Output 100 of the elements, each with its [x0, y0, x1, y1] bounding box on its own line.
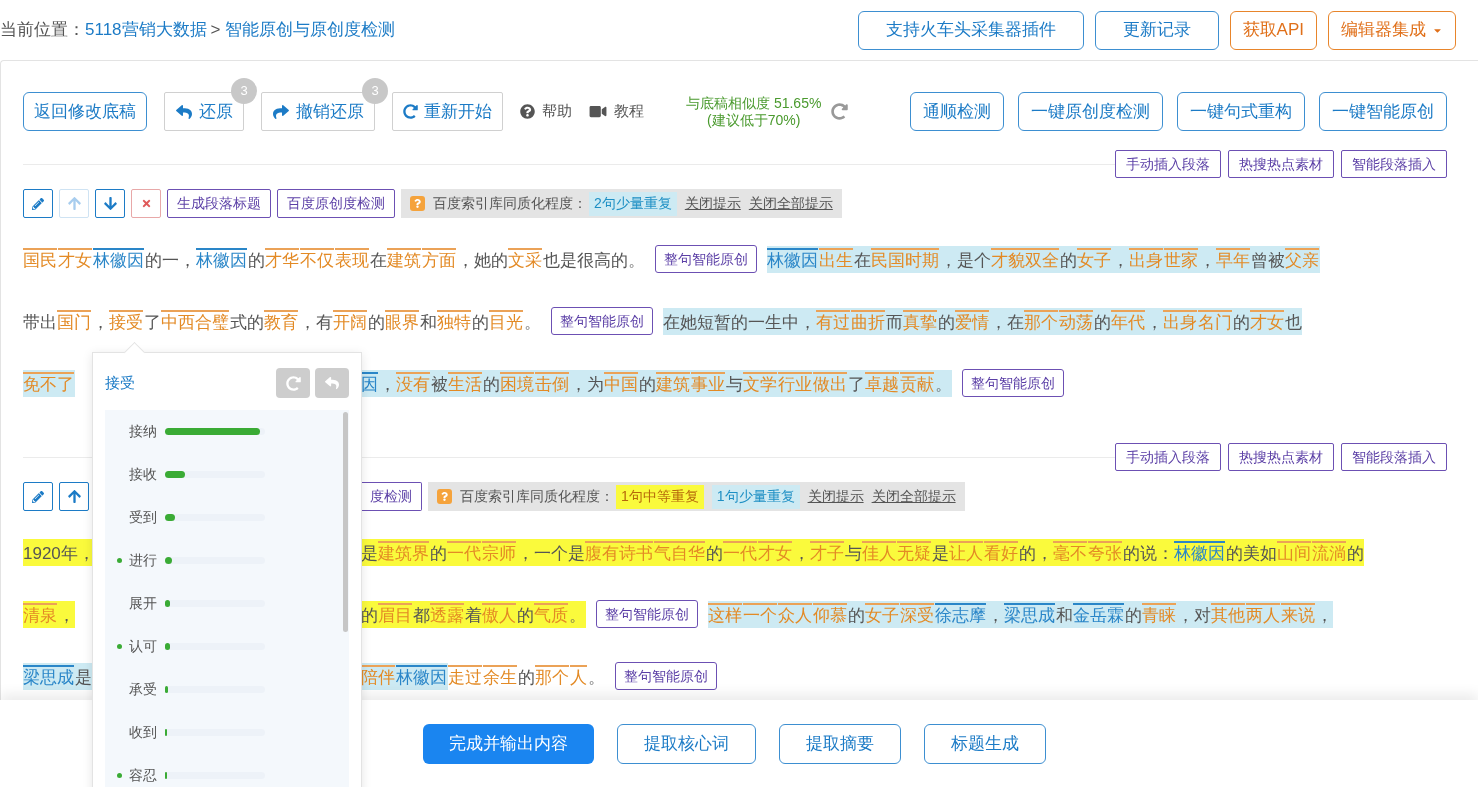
synonym-word[interactable]: 夸张	[1088, 540, 1122, 564]
paragraph-action-button[interactable]: 度检测	[361, 482, 422, 511]
synonym-word[interactable]: 那个	[1024, 309, 1058, 333]
rewrite-sentence-button[interactable]: 整句智能原创	[551, 307, 653, 335]
synonym-word[interactable]: 生活	[448, 371, 482, 395]
synonym-word[interactable]: 两人	[1246, 602, 1280, 626]
synonym-word[interactable]: 方面	[422, 247, 456, 271]
synonym-word[interactable]: 国民	[23, 247, 57, 271]
undo-button[interactable]	[315, 368, 349, 398]
synonym-option[interactable]: 认可	[105, 625, 349, 668]
synonym-word[interactable]: 毫不	[1053, 540, 1087, 564]
breadcrumb-link[interactable]: 智能原创与原创度检测	[224, 17, 395, 43]
scrollbar[interactable]	[343, 412, 348, 632]
name-word[interactable]: 林徽因	[396, 664, 447, 688]
name-word[interactable]: 林徽因	[1174, 540, 1225, 564]
name-word[interactable]: 梁思成	[1004, 602, 1055, 626]
synonym-word[interactable]: 气质	[534, 602, 568, 626]
insert-button[interactable]: 热搜热点素材	[1228, 150, 1334, 178]
refresh-icon[interactable]	[831, 103, 849, 120]
synonym-word[interactable]: 余生	[483, 664, 517, 688]
synonym-word[interactable]: 眉目	[378, 602, 412, 626]
synonym-word[interactable]: 宗师	[482, 540, 516, 564]
synonym-word[interactable]: 眼界	[385, 309, 419, 333]
paragraph-action-button[interactable]: 百度原创度检测	[277, 189, 395, 218]
synonym-word[interactable]: 表现	[335, 247, 369, 271]
synonym-word[interactable]: 出身	[1129, 247, 1163, 271]
synonym-word[interactable]: 才华	[265, 247, 299, 271]
synonym-word[interactable]: 卓越	[865, 371, 899, 395]
header-button[interactable]: 更新记录	[1094, 10, 1219, 50]
synonym-word[interactable]: 真挚	[903, 309, 937, 333]
synonym-word[interactable]: 文采	[508, 247, 542, 271]
synonym-word[interactable]: 早年	[1216, 247, 1250, 271]
synonym-word[interactable]: 流淌	[1312, 540, 1346, 564]
delete-button[interactable]	[131, 189, 161, 218]
insert-button[interactable]: 手动插入段落	[1115, 150, 1221, 178]
synonym-word[interactable]: 青睐	[1142, 602, 1176, 626]
insert-button[interactable]: 智能段落插入	[1341, 443, 1447, 471]
synonym-option[interactable]: 展开	[105, 582, 349, 625]
synonym-word[interactable]: 一个	[743, 602, 777, 626]
synonym-word[interactable]: 中国	[604, 371, 638, 395]
rewrite-sentence-button[interactable]: 整句智能原创	[655, 245, 757, 273]
name-word[interactable]: 梁思成	[23, 664, 74, 688]
synonym-word[interactable]: 出身	[1163, 309, 1197, 333]
synonym-word[interactable]: 仰慕	[813, 602, 847, 626]
header-button[interactable]: 获取API	[1229, 10, 1317, 50]
synonym-word[interactable]: 教育	[264, 309, 298, 333]
back-button[interactable]: 返回修改底稿	[23, 92, 147, 131]
action-button[interactable]: 一键句式重构	[1177, 92, 1305, 131]
synonym-option[interactable]: 容忍	[105, 754, 349, 787]
synonym-word[interactable]: 才女	[1250, 309, 1284, 333]
synonym-word[interactable]: 文学	[743, 371, 777, 395]
synonym-word[interactable]: 事业	[691, 371, 725, 395]
name-word[interactable]: 林徽因	[93, 247, 144, 271]
synonym-word[interactable]: 国门	[57, 309, 91, 333]
help-link[interactable]: 帮助	[520, 100, 572, 123]
synonym-option[interactable]: 接纳	[105, 410, 349, 453]
synonym-word[interactable]: 世家	[1164, 247, 1198, 271]
restart-button[interactable]: 重新开始	[392, 92, 503, 131]
footer-button[interactable]: 提取摘要	[778, 723, 901, 764]
synonym-word[interactable]: 动荡	[1059, 309, 1093, 333]
synonym-word[interactable]: 没有	[396, 371, 430, 395]
footer-button[interactable]: 提取核心词	[616, 723, 756, 764]
edit-button[interactable]	[23, 482, 53, 511]
synonym-word[interactable]: 让人	[949, 540, 983, 564]
synonym-word[interactable]: 走过	[448, 664, 482, 688]
synonym-word[interactable]: 开阔	[333, 309, 367, 333]
move-up-button[interactable]	[59, 482, 89, 511]
synonym-word[interactable]: 建筑	[656, 371, 690, 395]
synonym-word[interactable]: 中西合璧	[161, 309, 229, 333]
rewrite-sentence-button[interactable]: 整句智能原创	[962, 369, 1064, 397]
synonym-word[interactable]: 出生	[819, 247, 853, 271]
rewrite-sentence-button[interactable]: 整句智能原创	[596, 600, 698, 628]
synonym-word[interactable]: 佳人	[862, 540, 896, 564]
synonym-word[interactable]: 不仅	[300, 247, 334, 271]
synonym-word[interactable]: 其他	[1211, 602, 1245, 626]
breadcrumb-link[interactable]: 5118营销大数据	[85, 17, 207, 43]
synonym-word[interactable]: 无疑	[897, 540, 931, 564]
synonym-word[interactable]: 才子	[810, 540, 844, 564]
synonym-word[interactable]: 做出	[813, 371, 847, 395]
synonym-word[interactable]: 曲折	[851, 309, 885, 333]
synonym-word[interactable]: 建筑界	[378, 540, 429, 564]
header-button[interactable]: 编辑器集成	[1328, 10, 1456, 50]
tutorial-link[interactable]: 教程	[589, 100, 644, 123]
synonym-word[interactable]: 清泉	[23, 602, 57, 626]
synonym-word[interactable]: 人	[570, 664, 587, 688]
synonym-word[interactable]: 众人	[778, 602, 812, 626]
synonym-word[interactable]: 独特	[437, 309, 471, 333]
synonym-word[interactable]: 行业	[778, 371, 812, 395]
refresh-button[interactable]	[276, 368, 310, 398]
synonym-word[interactable]: 才女	[758, 540, 792, 564]
synonym-word[interactable]: 来说	[1281, 602, 1315, 626]
synonym-option[interactable]: 接收	[105, 453, 349, 496]
name-word[interactable]: 徐志摩	[935, 602, 986, 626]
action-button[interactable]: 一键原创度检测	[1018, 92, 1163, 131]
synonym-word[interactable]: 目光	[489, 309, 523, 333]
close-hint-link[interactable]: 关闭提示	[807, 486, 864, 507]
synonym-word[interactable]: 一代	[723, 540, 757, 564]
close-hint-link[interactable]: 关闭全部提示	[871, 486, 956, 507]
synonym-word[interactable]: 父亲	[1285, 247, 1319, 271]
name-word[interactable]: 林徽因	[196, 247, 247, 271]
